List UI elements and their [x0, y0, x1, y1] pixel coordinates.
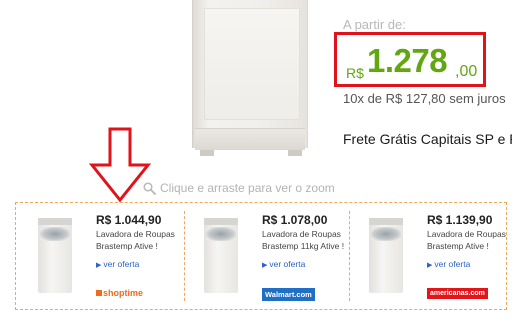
store-name: shoptime	[103, 288, 144, 298]
washer-panel	[204, 8, 300, 120]
offer-thumbnail[interactable]	[194, 213, 246, 297]
offer-thumbnail[interactable]	[359, 213, 411, 297]
ver-oferta-link[interactable]: ▶ ver oferta	[427, 259, 470, 269]
ver-oferta-link[interactable]: ▶ ver oferta	[262, 259, 305, 269]
product-image[interactable]	[170, 0, 315, 160]
shoptime-logo[interactable]: shoptime	[96, 288, 143, 298]
price-label: A partir de:	[343, 17, 406, 32]
shoptime-square-icon	[96, 290, 102, 296]
triangle-right-icon: ▶	[427, 262, 433, 269]
offer-divider	[184, 211, 185, 301]
americanas-logo[interactable]: americanas.com	[427, 288, 488, 299]
thumb-top	[204, 218, 238, 225]
triangle-right-icon: ▶	[262, 262, 268, 269]
offer-divider	[349, 211, 350, 301]
thumb-drum	[371, 227, 401, 241]
offer-title[interactable]: Lavadora de Roupas Brastemp Ative !	[427, 228, 512, 252]
price-integer: 1.278	[367, 42, 448, 79]
ver-oferta-link[interactable]: ▶ ver oferta	[96, 259, 139, 269]
offer-card[interactable]: R$ 1.044,90 Lavadora de Roupas Brastemp …	[28, 209, 188, 307]
offer-link-label: ver oferta	[434, 259, 471, 269]
thumb-drum	[206, 227, 236, 241]
offer-price[interactable]: R$ 1.078,00	[262, 213, 327, 227]
thumb-top	[38, 218, 72, 225]
triangle-right-icon: ▶	[96, 262, 102, 269]
walmart-logo[interactable]: Walmart.com	[262, 288, 315, 301]
offer-thumbnail[interactable]	[28, 213, 80, 297]
offer-card[interactable]: R$ 1.078,00 Lavadora de Roupas Brastemp …	[194, 209, 354, 307]
offers-strip: R$ 1.044,90 Lavadora de Roupas Brastemp …	[15, 202, 507, 310]
down-arrow-icon	[88, 127, 152, 203]
price-currency: R$	[346, 65, 364, 81]
installments-text: 10x de R$ 127,80 sem juros	[343, 91, 506, 106]
offer-title[interactable]: Lavadora de Roupas Brastemp Ative !	[96, 228, 188, 252]
shipping-text: Frete Grátis Capitais SP e RJ	[343, 131, 512, 147]
offer-price[interactable]: R$ 1.044,90	[96, 213, 161, 227]
price-cents: ,00	[455, 63, 478, 80]
washer-foot	[200, 150, 214, 156]
thumb-drum	[40, 227, 70, 241]
thumb-top	[369, 218, 403, 225]
washer-foot	[288, 150, 302, 156]
washer-base	[195, 128, 305, 150]
offer-title[interactable]: Lavadora de Roupas Brastemp 11kg Ative !	[262, 228, 354, 252]
zoom-hint-text: Clique e arraste para ver o zoom	[160, 181, 335, 195]
price-highlight-box: R$ 1.278 ,00	[334, 32, 486, 87]
offer-price[interactable]: R$ 1.139,90	[427, 213, 492, 227]
offer-link-label: ver oferta	[269, 259, 306, 269]
offer-card[interactable]: R$ 1.139,90 Lavadora de Roupas Brastemp …	[359, 209, 512, 307]
zoom-hint: Clique e arraste para ver o zoom	[143, 181, 335, 195]
offer-link-label: ver oferta	[103, 259, 140, 269]
